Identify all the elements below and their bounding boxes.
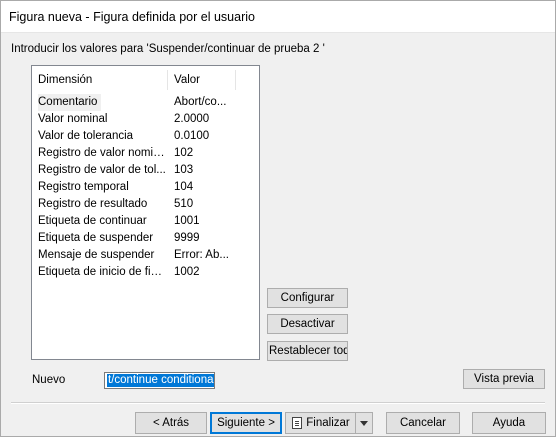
nuevo-input-value: t/continue conditional	[107, 374, 214, 387]
back-button[interactable]: < Atrás	[135, 412, 207, 434]
column-divider[interactable]	[235, 70, 236, 90]
finish-button-label: Finalizar	[306, 417, 350, 429]
list-row[interactable]: Registro de valor nominal 102	[32, 145, 259, 162]
row-value: Abort/co...	[174, 96, 227, 108]
row-dimension: Etiqueta de suspender	[38, 232, 154, 244]
row-value: 9999	[174, 232, 200, 244]
row-dimension: Registro temporal	[38, 181, 129, 193]
values-list[interactable]: Dimensión Valor Comentario Abort/co... V…	[31, 65, 260, 360]
list-row[interactable]: Registro temporal 104	[32, 179, 259, 196]
cancel-button[interactable]: Cancelar	[386, 412, 460, 434]
list-row[interactable]: Etiqueta de continuar 1001	[32, 213, 259, 230]
restablecer-todo-button[interactable]: Restablecer todo	[267, 341, 348, 361]
list-row[interactable]: Etiqueta de suspender 9999	[32, 230, 259, 247]
document-icon	[292, 417, 303, 429]
next-button[interactable]: Siguiente >	[210, 412, 282, 434]
row-dimension: Comentario	[38, 94, 101, 111]
row-dimension: Registro de resultado	[38, 198, 148, 210]
list-row[interactable]: Registro de valor de tol... 103	[32, 162, 259, 179]
row-dimension: Mensaje de suspender	[38, 249, 155, 261]
vista-previa-button[interactable]: Vista previa	[463, 369, 545, 389]
row-dimension: Etiqueta de continuar	[38, 215, 147, 227]
configurar-button[interactable]: Configurar	[267, 288, 348, 308]
window-title: Figura nueva - Figura definida por el us…	[9, 10, 255, 24]
row-value: 510	[174, 198, 194, 210]
chevron-down-icon	[360, 420, 368, 426]
column-header-dimension[interactable]: Dimensión	[38, 74, 92, 86]
row-dimension: Valor de tolerancia	[38, 130, 134, 142]
column-header-valor[interactable]: Valor	[174, 74, 200, 86]
row-value: 104	[174, 181, 194, 193]
list-row[interactable]: Etiqueta de inicio de figura 1002	[32, 264, 259, 281]
row-dimension: Etiqueta de inicio de figura	[38, 266, 166, 278]
list-row[interactable]: Mensaje de suspender Error: Ab...	[32, 247, 259, 264]
row-value: 102	[174, 147, 194, 159]
row-value: 0.0100	[174, 130, 210, 142]
row-dimension: Registro de valor nominal	[38, 147, 166, 159]
intro-text: Introducir los valores para 'Suspender/c…	[11, 43, 325, 55]
row-value: 1002	[174, 266, 200, 278]
row-dimension: Registro de valor de tol...	[38, 164, 166, 176]
dialog-window: Figura nueva - Figura definida por el us…	[0, 0, 556, 437]
list-header: Dimensión Valor	[32, 66, 259, 92]
help-button[interactable]: Ayuda	[472, 412, 546, 434]
finish-button[interactable]: Finalizar	[285, 412, 356, 434]
row-dimension: Valor nominal	[38, 113, 108, 125]
desactivar-button[interactable]: Desactivar	[267, 314, 348, 334]
list-rows: Comentario Abort/co... Valor nominal 2.0…	[32, 94, 259, 281]
row-value: 1001	[174, 215, 200, 227]
row-value: 103	[174, 164, 194, 176]
column-divider[interactable]	[167, 70, 168, 90]
list-row[interactable]: Registro de resultado 510	[32, 196, 259, 213]
nuevo-input[interactable]: t/continue conditional	[104, 372, 215, 389]
list-row[interactable]: Valor nominal 2.0000	[32, 111, 259, 128]
finish-dropdown-button[interactable]	[356, 412, 373, 434]
row-value: 2.0000	[174, 113, 210, 125]
list-row[interactable]: Comentario Abort/co...	[32, 94, 259, 111]
nuevo-label: Nuevo	[32, 374, 66, 386]
divider	[11, 403, 545, 404]
title-bar: Figura nueva - Figura definida por el us…	[1, 1, 555, 33]
row-value: Error: Ab...	[174, 249, 229, 261]
list-row[interactable]: Valor de tolerancia 0.0100	[32, 128, 259, 145]
